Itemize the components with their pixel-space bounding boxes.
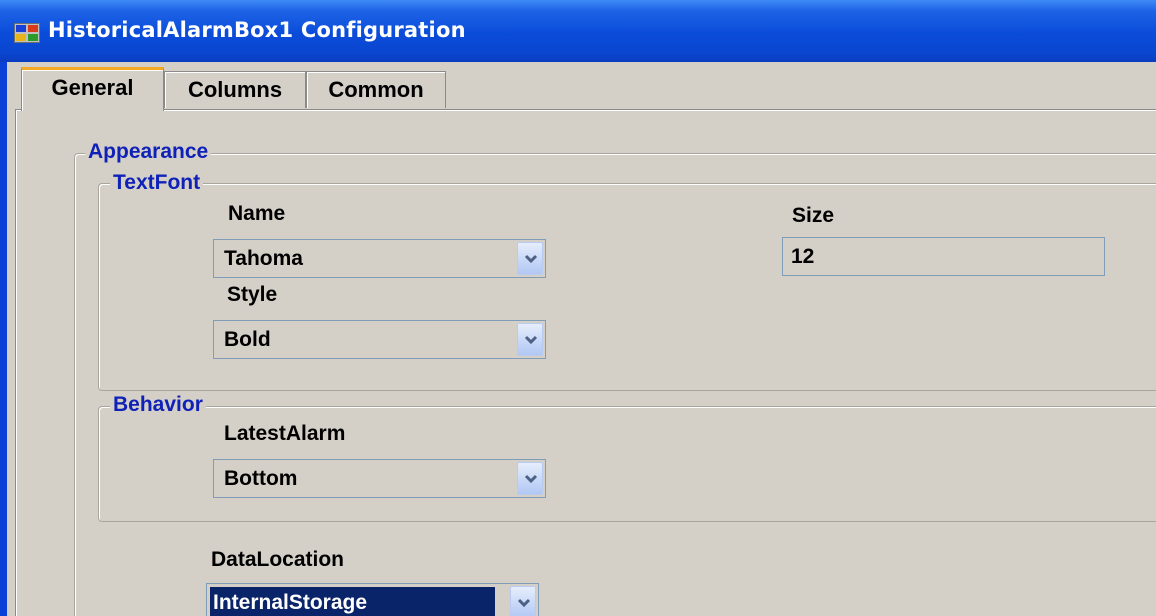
- tab-general[interactable]: General: [21, 67, 164, 111]
- chevron-down-icon: [524, 254, 538, 264]
- data-location-combobox[interactable]: InternalStorage: [206, 583, 539, 616]
- font-style-value: Bold: [224, 328, 271, 351]
- title-bar[interactable]: HistoricalAlarmBox1 Configuration: [0, 0, 1156, 62]
- font-name-dropdown-button[interactable]: [517, 242, 543, 275]
- latest-alarm-value: Bottom: [224, 467, 298, 490]
- font-size-input[interactable]: 12: [782, 237, 1105, 276]
- window-title: HistoricalAlarmBox1 Configuration: [48, 18, 466, 42]
- tab-common[interactable]: Common: [306, 71, 446, 108]
- latest-alarm-label: LatestAlarm: [224, 422, 346, 445]
- font-name-value: Tahoma: [224, 247, 303, 270]
- font-name-label: Name: [228, 202, 286, 225]
- font-size-label: Size: [792, 204, 835, 227]
- app-window-icon: [14, 23, 40, 43]
- chevron-down-icon: [524, 335, 538, 345]
- dialog-client-area: General Columns Common Appearance TextFo…: [7, 62, 1156, 616]
- latest-alarm-combobox[interactable]: Bottom: [213, 459, 546, 498]
- behavior-group-label: Behavior: [110, 393, 206, 417]
- chevron-down-icon: [524, 474, 538, 484]
- font-style-label: Style: [227, 283, 278, 306]
- tab-columns[interactable]: Columns: [164, 71, 306, 108]
- font-name-combobox[interactable]: Tahoma: [213, 239, 546, 278]
- data-location-value: InternalStorage: [213, 591, 368, 614]
- chevron-down-icon: [517, 598, 531, 608]
- textfont-group-label: TextFont: [110, 171, 204, 195]
- appearance-group-label: Appearance: [85, 140, 212, 164]
- font-style-dropdown-button[interactable]: [517, 323, 543, 356]
- font-size-value: 12: [791, 245, 815, 268]
- tab-page-general: Appearance TextFont Name Tahoma Size 12 …: [15, 109, 1156, 616]
- latest-alarm-dropdown-button[interactable]: [517, 462, 543, 495]
- tab-common-label: Common: [328, 77, 424, 102]
- tab-columns-label: Columns: [187, 77, 283, 102]
- tab-general-label: General: [51, 75, 134, 100]
- font-style-combobox[interactable]: Bold: [213, 320, 546, 359]
- config-window: HistoricalAlarmBox1 Configuration Genera…: [0, 0, 1156, 616]
- data-location-dropdown-button[interactable]: [510, 586, 536, 616]
- data-location-label: DataLocation: [211, 548, 345, 571]
